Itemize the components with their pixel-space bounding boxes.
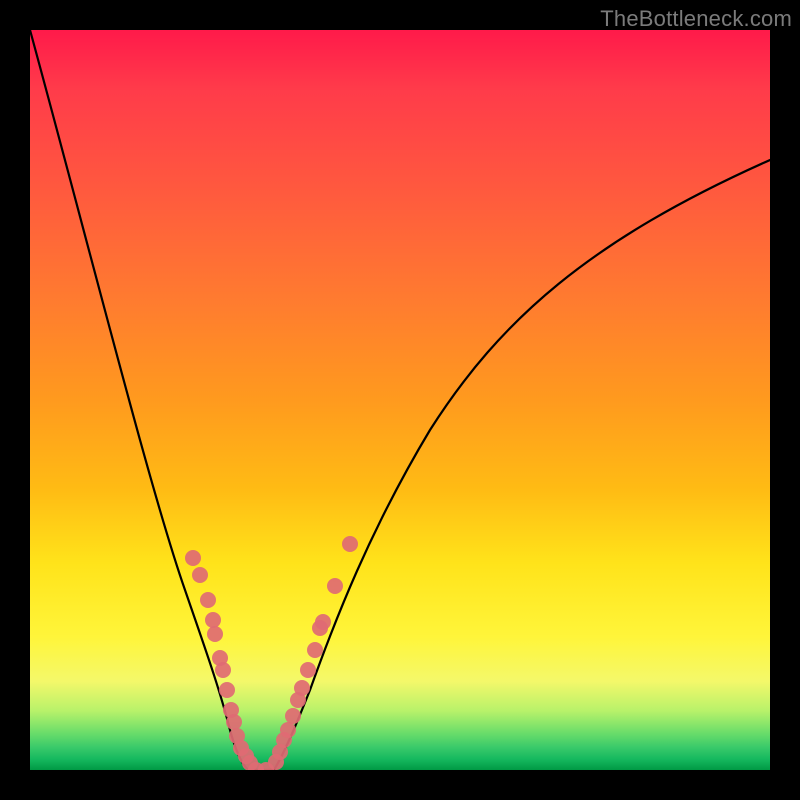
data-marker [248,762,264,770]
chart-frame: TheBottleneck.com [0,0,800,800]
data-marker [185,550,201,566]
data-marker [312,620,328,636]
data-marker [294,680,310,696]
data-marker [223,702,239,718]
data-marker [307,642,323,658]
bottleneck-curve-left [30,30,248,770]
data-marker [207,626,223,642]
data-marker [200,592,216,608]
data-marker [280,722,296,738]
data-marker [327,578,343,594]
bottleneck-curve-right [274,160,770,770]
data-marker [258,762,274,770]
data-marker [342,536,358,552]
data-marker [192,567,208,583]
data-marker [268,754,284,770]
data-marker [205,612,221,628]
data-marker [290,692,306,708]
data-marker [233,740,249,756]
data-marker [242,755,258,770]
data-marker [276,732,292,748]
bottleneck-curve [30,30,770,770]
data-marker [238,748,254,764]
data-marker [315,614,331,630]
data-marker [285,708,301,724]
data-marker [212,650,228,666]
watermark-text: TheBottleneck.com [600,6,792,32]
data-marker [300,662,316,678]
data-marker [219,682,235,698]
data-marker [226,714,242,730]
plot-area [30,30,770,770]
data-marker [272,744,288,760]
data-marker [229,728,245,744]
data-marker [215,662,231,678]
